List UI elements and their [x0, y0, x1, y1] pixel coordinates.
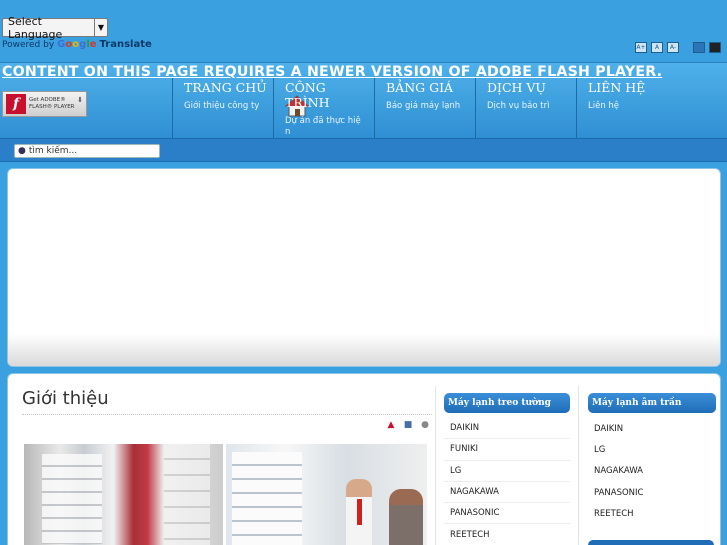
- brand-link-nagakawa[interactable]: NAGAKAWA: [444, 482, 570, 504]
- store-photo-left: [24, 444, 223, 545]
- brand-link-nagakawa[interactable]: NAGAKAWA: [588, 461, 716, 482]
- language-select-label: Select Language: [8, 14, 63, 41]
- search-input[interactable]: ● tìm kiếm...: [14, 144, 160, 158]
- nav-item-subtitle: Báo giá máy lạnh: [386, 101, 461, 111]
- main-column: Giới thiệu ▲ ■ ●: [16, 374, 434, 545]
- print-icon[interactable]: ■: [403, 419, 413, 430]
- brand-link-lg[interactable]: LG: [444, 461, 570, 482]
- nav-item-title: DỊCH VỤ: [487, 80, 546, 95]
- search-placeholder: tìm kiếm...: [28, 146, 78, 156]
- google-logo: Google: [57, 39, 97, 50]
- nav-item-contact[interactable]: LIÊN HỆ Liên hệ: [576, 77, 677, 139]
- sidebar-heading: Máy lạnh treo tường: [444, 393, 570, 413]
- nav-item-home[interactable]: TRANG CHỦ Giới thiệu công ty: [172, 77, 309, 139]
- pdf-icon[interactable]: ▲: [386, 419, 396, 430]
- flash-required-message[interactable]: CONTENT ON THIS PAGE REQUIRES A NEWER VE…: [2, 64, 662, 80]
- page-title: Giới thiệu: [22, 388, 109, 409]
- article-tools: ▲ ■ ●: [386, 419, 430, 430]
- sidebar-wall-ac: Máy lạnh treo tường DAIKIN FUNIKI LG NAG…: [435, 386, 579, 545]
- brand-link-reetech[interactable]: REETECH: [444, 524, 570, 545]
- store-photo: [24, 444, 427, 545]
- main-nav: TRANG CHỦ Giới thiệu công ty CÔNG TRÌNH …: [172, 77, 677, 139]
- download-arrow-icon: ⬇: [77, 96, 83, 104]
- email-icon[interactable]: ●: [420, 419, 430, 430]
- brand-link-daikin[interactable]: DAIKIN: [444, 418, 570, 440]
- language-select[interactable]: Select Language ▼: [2, 15, 108, 41]
- font-decrease-button[interactable]: A-: [667, 42, 679, 53]
- search-bar: ● tìm kiếm...: [0, 138, 727, 162]
- brand-list: DAIKIN FUNIKI LG NAGAKAWA PANASONIC REET…: [444, 418, 570, 545]
- sidebar-heading: Máy lạnh âm trần: [588, 393, 716, 413]
- nav-item-projects[interactable]: CÔNG TRÌNH Dự án đã thực hiệ n: [273, 77, 374, 139]
- flash-badge-text: Get ADOBE® FLASH® PLAYER: [29, 97, 75, 110]
- brand-link-funiki[interactable]: FUNIKI: [444, 439, 570, 461]
- store-photo-right: [225, 444, 427, 545]
- font-increase-button[interactable]: A+: [635, 42, 647, 53]
- search-icon: ●: [18, 146, 26, 156]
- theme-blue-button[interactable]: [693, 42, 705, 53]
- nav-item-pricing[interactable]: BẢNG GIÁ Báo giá máy lạnh: [374, 77, 475, 139]
- translate-text: Translate: [99, 39, 152, 50]
- google-translate-attribution: Powered by Google Translate: [2, 39, 152, 50]
- brand-list: DAIKIN LG NAGAKAWA PANASONIC REETECH: [588, 418, 716, 524]
- content-panel: Giới thiệu ▲ ■ ● Máy lạnh treo tường DAI…: [7, 373, 721, 545]
- nav-item-subtitle: Giới thiệu công ty: [184, 101, 260, 111]
- nav-item-title: TRANG CHỦ: [184, 80, 267, 95]
- flash-logo-icon: f: [6, 94, 26, 114]
- get-flash-player-button[interactable]: f Get ADOBE® FLASH® PLAYER ⬇: [2, 91, 87, 117]
- nav-item-subtitle: Liên hệ: [588, 101, 620, 111]
- brand-link-panasonic[interactable]: PANASONIC: [444, 503, 570, 525]
- brand-link-lg[interactable]: LG: [588, 439, 716, 460]
- font-size-tools: A+ A A-: [635, 42, 721, 53]
- sidebar-next-heading: [588, 540, 714, 545]
- font-reset-button[interactable]: A: [651, 42, 663, 53]
- nav-item-subtitle: Dịch vụ bảo trì: [487, 101, 550, 111]
- divider: [22, 414, 432, 415]
- brand-link-panasonic[interactable]: PANASONIC: [588, 482, 716, 503]
- powered-by-text: Powered by: [2, 39, 55, 50]
- nav-item-title: CÔNG TRÌNH: [285, 80, 330, 110]
- brand-link-daikin[interactable]: DAIKIN: [588, 418, 716, 439]
- sidebar-ceiling-ac: Máy lạnh âm trần DAIKIN LG NAGAKAWA PANA…: [580, 386, 722, 524]
- site-header: CONTENT ON THIS PAGE REQUIRES A NEWER VE…: [0, 62, 727, 139]
- nav-item-title: BẢNG GIÁ: [386, 80, 454, 95]
- nav-item-subtitle: Dự án đã thực hiệ n: [285, 116, 361, 137]
- nav-item-services[interactable]: DỊCH VỤ Dịch vụ bảo trì: [475, 77, 576, 139]
- theme-dark-button[interactable]: [709, 42, 721, 53]
- banner-area: [7, 168, 721, 367]
- chevron-down-icon[interactable]: ▼: [94, 19, 107, 36]
- brand-link-reetech[interactable]: REETECH: [588, 503, 716, 524]
- nav-item-title: LIÊN HỆ: [588, 80, 646, 95]
